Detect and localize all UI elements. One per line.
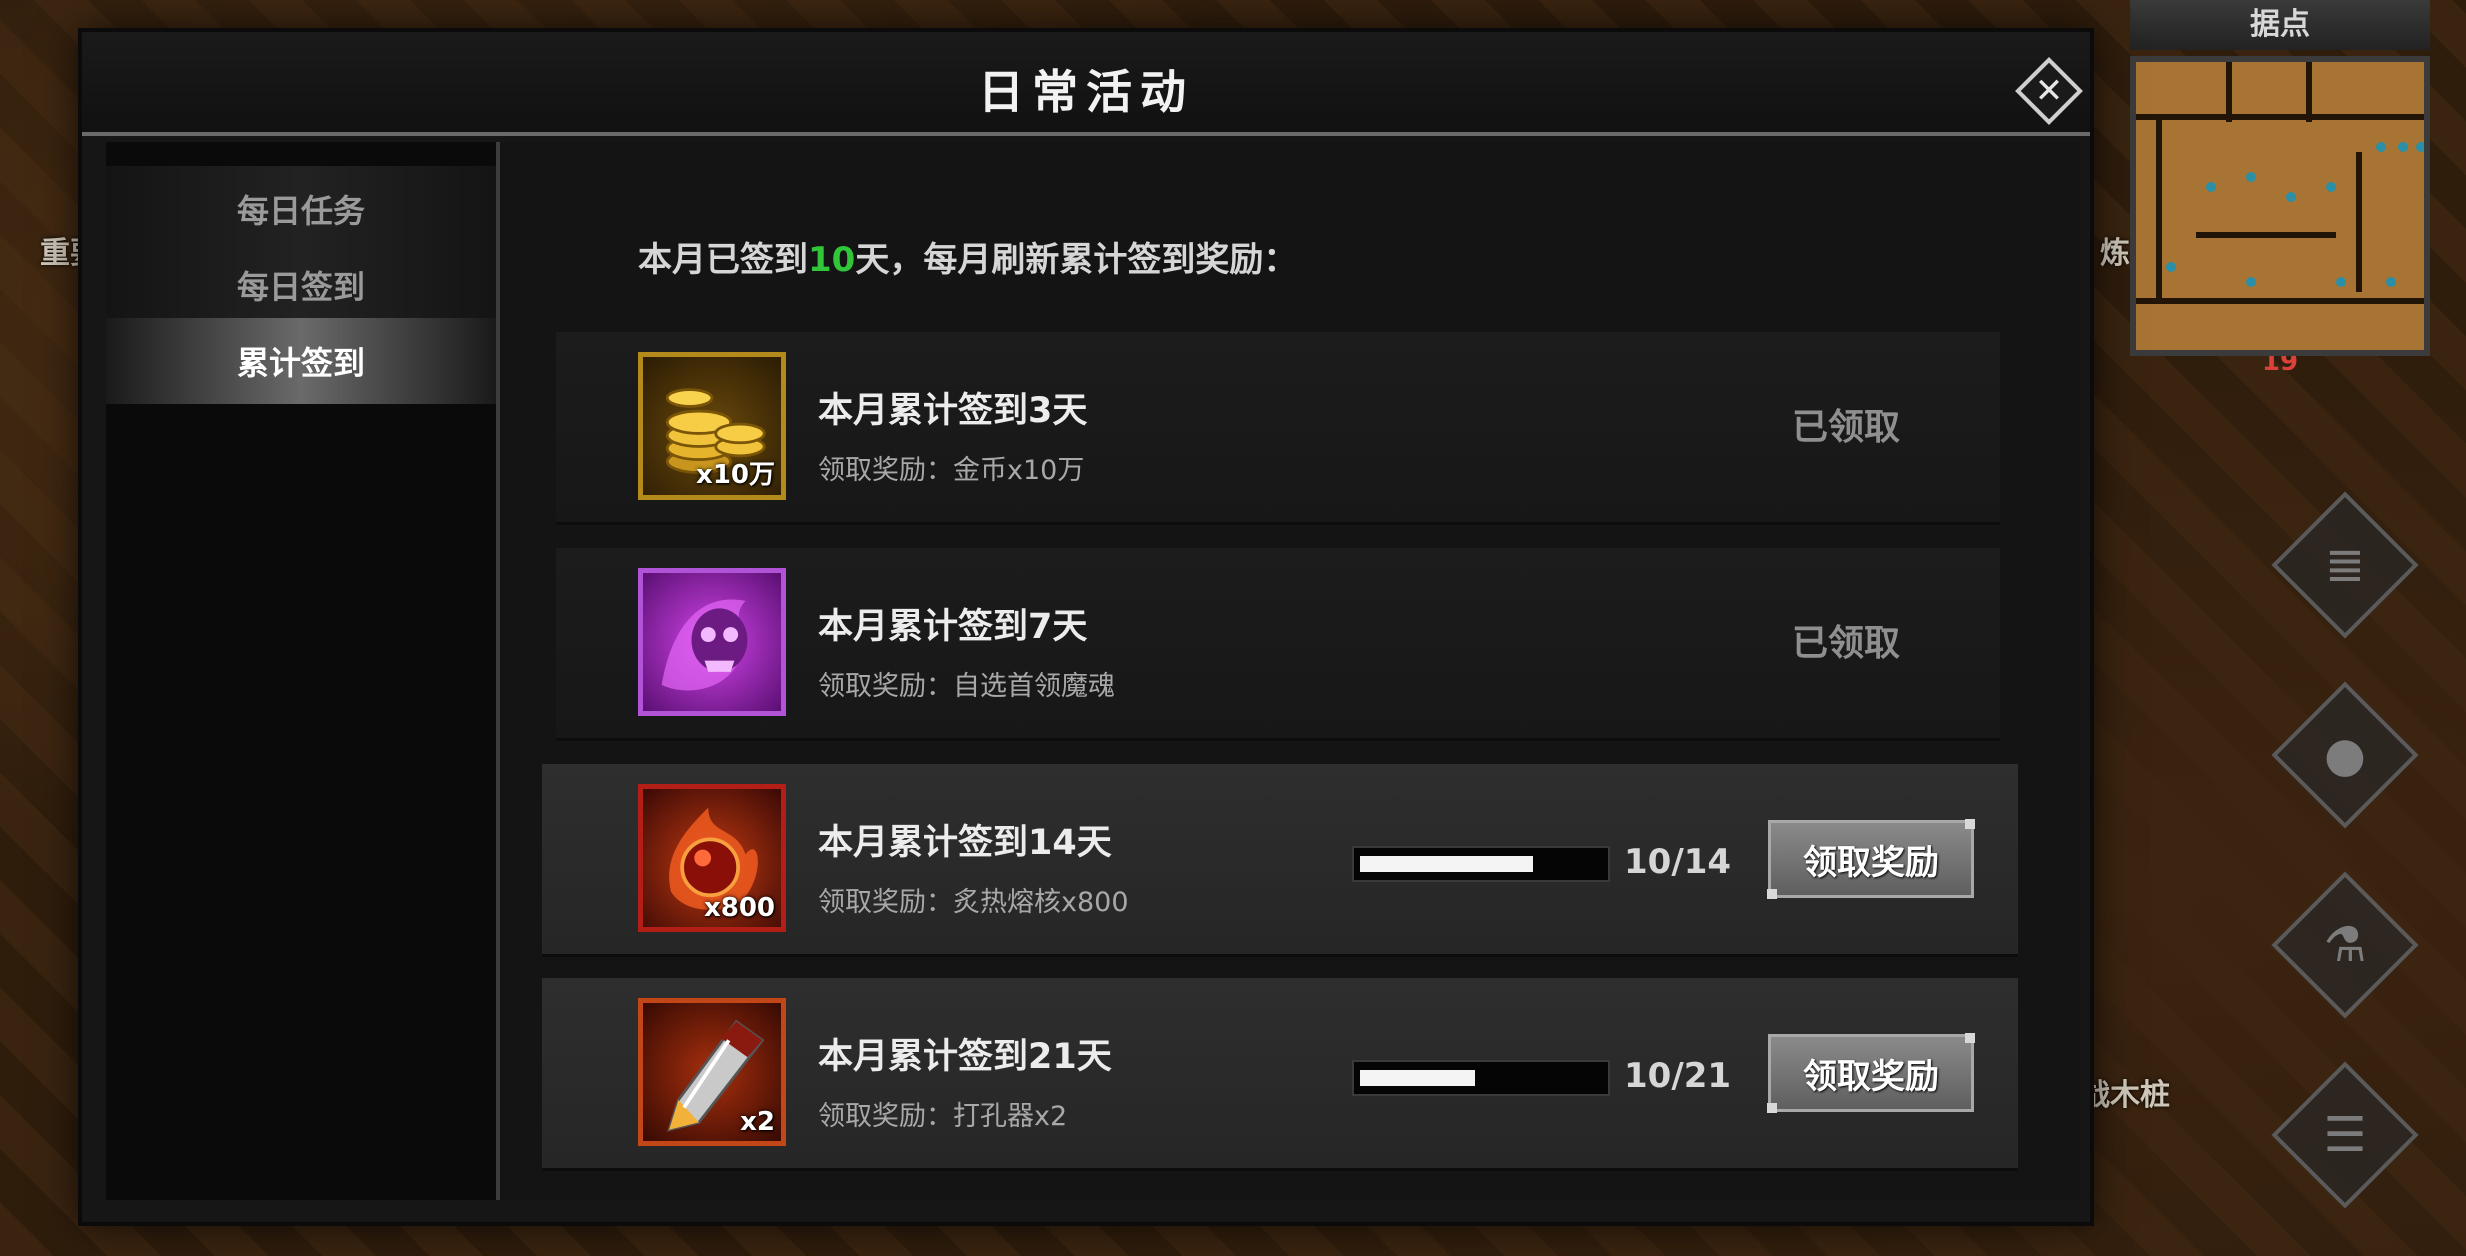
molten-core-icon: x800 [638, 784, 786, 932]
socket-drill-icon: x2 [638, 998, 786, 1146]
reward-row: x10万 本月累计签到3天 领取奖励：金币x10万 已领取 [556, 332, 2000, 525]
close-icon: ✕ [2034, 71, 2064, 111]
progress-text: 10/21 [1624, 1056, 1732, 1096]
close-button[interactable]: ✕ [2012, 54, 2086, 128]
gold-coins-icon: x10万 [638, 352, 786, 500]
boss-soul-icon [638, 568, 786, 716]
reward-description: 领取奖励：金币x10万 [818, 455, 1085, 486]
reward-row: x2 本月累计签到21天 领取奖励：打孔器x2 10/21 领取奖励 [542, 978, 2018, 1171]
button-label: 领取奖励 [1803, 1056, 1939, 1097]
progress-fill [1360, 856, 1533, 872]
menu-list-button[interactable]: ☰ [2271, 1061, 2419, 1209]
tab-cumulative-checkin[interactable]: 累计签到 [106, 318, 496, 404]
tab-label: 每日任务 [236, 192, 365, 230]
page-title: 日常活动 [978, 65, 1194, 119]
reward-title: 本月累计签到7天 [818, 607, 1088, 647]
summary-suffix: 天，每月刷新累计签到奖励： [855, 240, 1298, 280]
scroll-icon: ≣ [2324, 537, 2366, 593]
claim-reward-button[interactable]: 领取奖励 [1767, 1033, 1975, 1113]
checkin-days-count: 10 [808, 240, 856, 280]
reward-title: 本月累计签到14天 [818, 823, 1112, 863]
reward-description: 领取奖励：打孔器x2 [818, 1101, 1068, 1132]
progress-bar [1352, 1060, 1610, 1096]
claimed-status: 已领取 [1791, 407, 1900, 448]
panel-header: 日常活动 ✕ [82, 32, 2090, 136]
progress-fill [1360, 1070, 1475, 1086]
progress-bar [1352, 846, 1610, 882]
daily-activity-panel: 日常活动 ✕ 每日任务 每日签到 累计签到 本月已签到10天，每月刷新累计签到奖… [82, 32, 2090, 1222]
summary-prefix: 本月已签到 [638, 240, 808, 280]
claim-reward-button[interactable]: 领取奖励 [1767, 819, 1975, 899]
reward-row: x800 本月累计签到14天 领取奖励：炙热熔核x800 10/14 领取奖励 [542, 764, 2018, 957]
reward-title: 本月累计签到21天 [818, 1037, 1112, 1077]
cumulative-checkin-content: 本月已签到10天，每月刷新累计签到奖励： x10万 本月累计签到3天 领取奖励：… [500, 142, 2080, 1200]
world-label-right: 炼 [2100, 236, 2130, 271]
progress-text: 10/14 [1624, 842, 1732, 882]
minimap[interactable] [2130, 56, 2430, 356]
item-quantity: x10万 [696, 460, 775, 490]
potion-button[interactable]: ⚗ [2271, 871, 2419, 1019]
tab-label: 每日签到 [236, 268, 365, 306]
claimed-status: 已领取 [1791, 623, 1900, 664]
list-icon: ☰ [2323, 1107, 2367, 1163]
social-button[interactable]: ● [2271, 681, 2419, 829]
reward-row: 本月累计签到7天 领取奖励：自选首领魔魂 已领取 [556, 548, 2000, 741]
quest-scroll-button[interactable]: ≣ [2271, 491, 2419, 639]
reward-title: 本月累计签到3天 [818, 391, 1088, 431]
activity-sidebar: 每日任务 每日签到 累计签到 [106, 142, 500, 1200]
minimap-title: 据点 [2130, 0, 2430, 50]
potion-icon: ⚗ [2323, 917, 2367, 973]
reward-description: 领取奖励：炙热熔核x800 [818, 887, 1129, 918]
item-quantity: x2 [740, 1107, 775, 1137]
tab-daily-tasks[interactable]: 每日任务 [106, 166, 496, 252]
tab-label: 累计签到 [236, 344, 365, 382]
reward-description: 领取奖励：自选首领魔魂 [818, 671, 1115, 702]
checkin-summary: 本月已签到10天，每月刷新累计签到奖励： [638, 232, 1297, 281]
world-label-training-dummy: 战木桩 [2080, 1078, 2170, 1113]
button-label: 领取奖励 [1803, 842, 1939, 883]
tab-daily-checkin[interactable]: 每日签到 [106, 242, 496, 328]
item-quantity: x800 [703, 893, 775, 923]
users-icon: ● [2324, 727, 2366, 783]
